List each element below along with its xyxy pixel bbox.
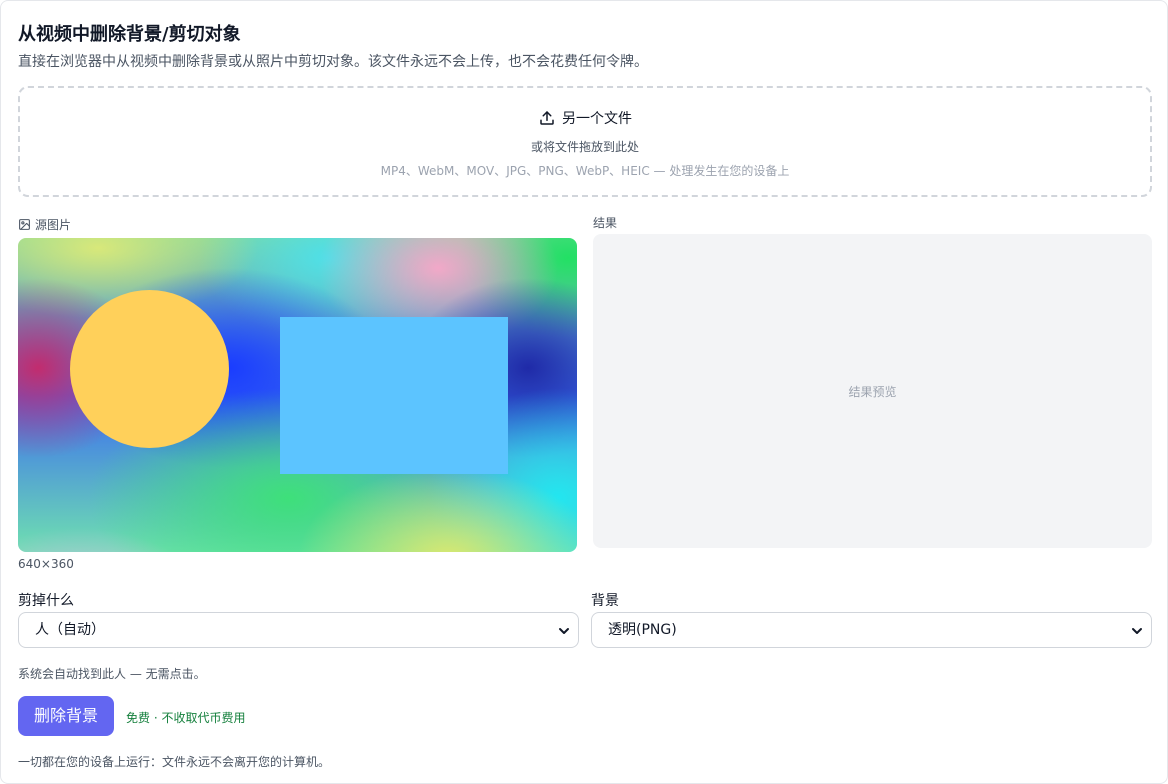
upload-icon: [540, 111, 554, 125]
free-note: 免费 · 不收取代币费用: [126, 711, 246, 725]
yellow-circle-shape: [70, 290, 229, 448]
background-label: 背景: [591, 593, 619, 609]
background-value: 透明(PNG): [608, 622, 677, 638]
main-card: 从视频中删除背景/剪切对象 直接在浏览器中从视频中删除背景或从照片中剪切对象。该…: [0, 0, 1168, 784]
source-label-text: 源图片: [35, 218, 72, 232]
source-image-label: 源图片: [18, 216, 71, 233]
image-icon: [19, 219, 30, 230]
cut-target-label: 剪掉什么: [18, 593, 74, 609]
remove-background-button[interactable]: 删除背景: [18, 696, 114, 736]
privacy-footer: 一切都在您的设备上运行：文件永远不会离开您的计算机。: [18, 755, 331, 769]
cut-target-value: 人（自动）: [35, 622, 105, 638]
result-placeholder: 结果预览: [848, 385, 897, 399]
page-title: 从视频中删除背景/剪切对象: [18, 24, 241, 45]
background-select[interactable]: 透明(PNG): [591, 612, 1152, 648]
dropzone-formats: MP4、WebM、MOV、JPG、PNG、WebP、HEIC — 处理发生在您的…: [380, 164, 790, 178]
source-image-preview: [18, 238, 577, 552]
blue-rectangle-shape: [280, 317, 508, 474]
result-label: 结果: [593, 216, 618, 230]
file-dropzone[interactable]: 另一个文件 或将文件拖放到此处 MP4、WebM、MOV、JPG、PNG、Web…: [18, 86, 1152, 197]
source-dimensions: 640×360: [18, 557, 74, 571]
page-subtitle: 直接在浏览器中从视频中删除背景或从照片中剪切对象。该文件永远不会上传，也不会花费…: [18, 54, 648, 70]
auto-detect-hint: 系统会自动找到此人 — 无需点击。: [18, 667, 206, 681]
cut-target-select[interactable]: 人（自动）: [18, 612, 579, 648]
dropzone-hint: 或将文件拖放到此处: [530, 140, 639, 154]
result-preview-area: 结果预览: [593, 234, 1152, 548]
dropzone-label: 另一个文件: [562, 111, 632, 127]
dropzone-upload-button[interactable]: 另一个文件: [20, 108, 1150, 128]
chevron-down-icon: [1132, 628, 1142, 634]
chevron-down-icon: [559, 628, 569, 634]
